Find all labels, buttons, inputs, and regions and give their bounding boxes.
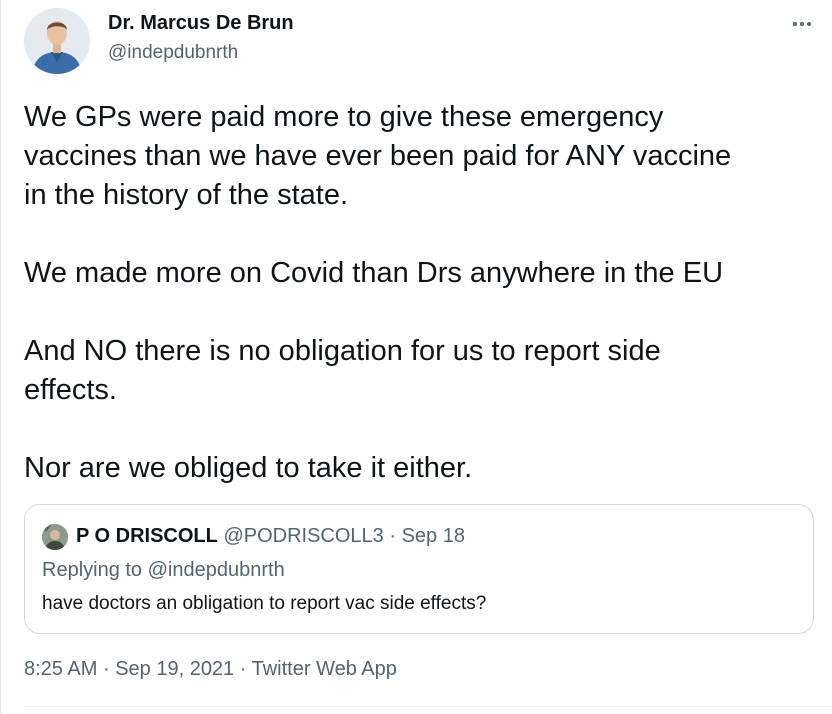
quoted-author-handle[interactable]: @PODRISCOLL3	[223, 525, 383, 547]
tweet-paragraph: We made more on Covid than Drs anywhere …	[24, 257, 724, 289]
quoted-author-avatar[interactable]	[42, 524, 68, 550]
dot	[807, 22, 811, 26]
quoted-tweet-header: P O DRISCOLL @PODRISCOLL3 · Sep 18	[76, 525, 465, 548]
tweet-time[interactable]: 8:25 AM	[24, 658, 97, 680]
quoted-tweet-date[interactable]: Sep 18	[402, 525, 465, 547]
separator: ·	[389, 525, 397, 547]
quoted-author-avatar-image	[42, 524, 68, 550]
tweet-paragraph: And NO there is no obligation for us to …	[24, 335, 661, 406]
replying-prefix: Replying to	[42, 559, 148, 581]
left-divider	[0, 0, 1, 714]
quoted-tweet-card[interactable]: P O DRISCOLL @PODRISCOLL3 · Sep 18 Reply…	[24, 504, 814, 634]
dot	[793, 22, 797, 26]
more-horizontal-icon[interactable]	[788, 14, 816, 34]
separator: ·	[239, 658, 247, 680]
bottom-divider	[24, 706, 832, 707]
author-avatar-image	[24, 8, 90, 74]
tweet-meta: 8:25 AM · Sep 19, 2021 · Twitter Web App	[24, 658, 397, 681]
tweet-text: We GPs were paid more to give these emer…	[24, 98, 824, 488]
tweet-source[interactable]: Twitter Web App	[252, 658, 397, 680]
dot	[800, 22, 804, 26]
tweet-date[interactable]: Sep 19, 2021	[115, 658, 234, 680]
quoted-tweet-text: have doctors an obligation to report vac…	[42, 593, 487, 614]
author-handle[interactable]: @indepdubnrth	[108, 42, 238, 64]
tweet-paragraph: We GPs were paid more to give these emer…	[24, 101, 732, 211]
quoted-author-name[interactable]: P O DRISCOLL	[76, 525, 218, 547]
replying-to-line: Replying to @indepdubnrth	[42, 559, 285, 582]
tweet-paragraph: Nor are we obliged to take it either.	[24, 452, 473, 484]
separator: ·	[102, 658, 110, 680]
author-avatar[interactable]	[24, 8, 90, 74]
author-name[interactable]: Dr. Marcus De Brun	[108, 12, 294, 35]
replying-to-mention[interactable]: @indepdubnrth	[148, 559, 285, 581]
